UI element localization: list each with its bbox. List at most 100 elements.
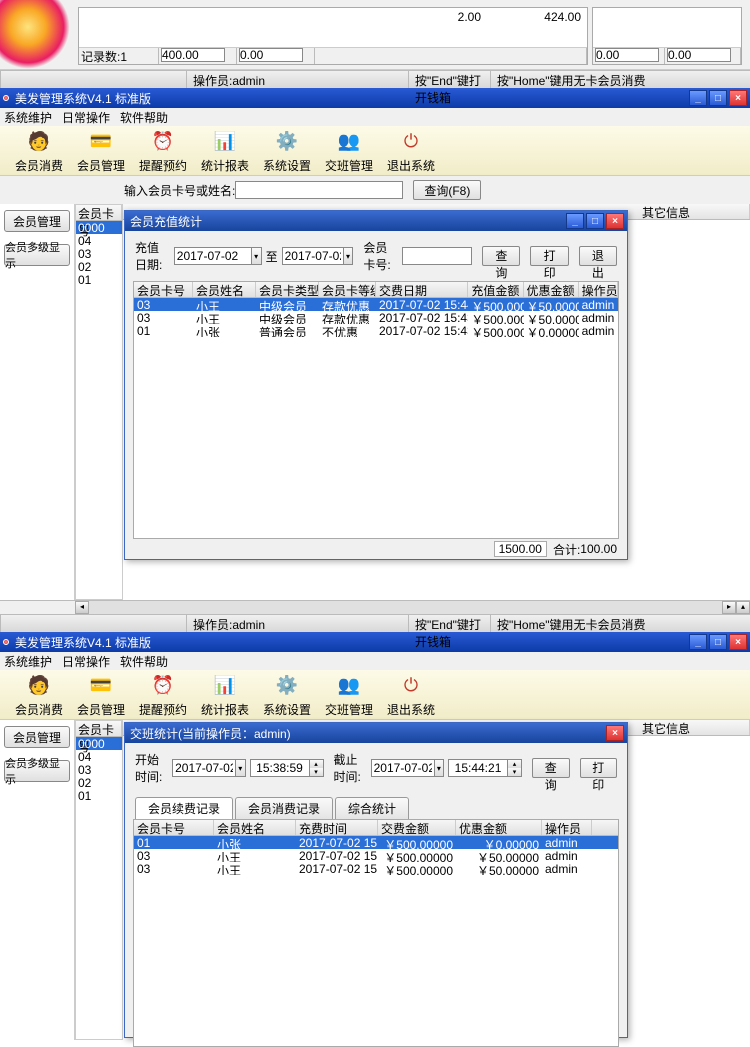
end-date-input[interactable] bbox=[371, 759, 435, 777]
time-down-icon[interactable]: ▾ bbox=[310, 768, 323, 776]
exit-button[interactable]: 退出 bbox=[579, 246, 617, 266]
menu-help[interactable]: 软件帮助 bbox=[120, 653, 168, 670]
tab-stats[interactable]: 综合统计 bbox=[335, 797, 409, 819]
table-row[interactable]: 01小张普通会员不优惠2017-07-02 15:43￥500.00000￥0.… bbox=[134, 324, 618, 337]
table-row[interactable]: 03小王中级会员存款优惠2017-07-02 15:44￥500.00000￥5… bbox=[134, 298, 618, 311]
toolbar-item[interactable]: 💳会员管理 bbox=[70, 671, 132, 718]
date-from-input[interactable] bbox=[174, 247, 252, 265]
side-member-manage[interactable]: 会员管理 bbox=[4, 210, 70, 232]
chevron-down-icon[interactable]: ▾ bbox=[344, 247, 354, 265]
col-header[interactable]: 交费日期 bbox=[376, 282, 468, 297]
minimize-button[interactable]: _ bbox=[689, 90, 707, 106]
sum-b[interactable] bbox=[239, 48, 303, 62]
table-row[interactable]: 03小王2017-07-02 15:44￥500.00000￥50.00000a… bbox=[134, 862, 618, 875]
toolbar-item[interactable]: ⏰提醒预约 bbox=[132, 671, 194, 718]
start-time-input[interactable] bbox=[250, 759, 310, 777]
tab-consume[interactable]: 会员消费记录 bbox=[235, 797, 333, 819]
col-header[interactable]: 会员卡号 bbox=[134, 282, 193, 297]
chevron-down-icon[interactable]: ▾ bbox=[435, 759, 444, 777]
close-button[interactable]: × bbox=[729, 634, 747, 650]
toolbar-item[interactable]: 👥交班管理 bbox=[318, 671, 380, 718]
col-header[interactable]: 会员卡类型 bbox=[256, 282, 319, 297]
list-item[interactable]: 01 bbox=[76, 789, 122, 802]
search-input[interactable] bbox=[235, 181, 403, 199]
col-header[interactable]: 会员姓名 bbox=[193, 282, 256, 297]
dlg-maximize-button[interactable]: □ bbox=[586, 213, 604, 229]
col-header[interactable]: 会员卡号 bbox=[134, 820, 214, 835]
scroll-up-icon[interactable]: ▴ bbox=[736, 601, 750, 614]
list-item[interactable]: 03 bbox=[76, 763, 122, 776]
chevron-down-icon[interactable]: ▾ bbox=[252, 247, 262, 265]
toolbar-item[interactable]: 📊统计报表 bbox=[194, 671, 256, 718]
toolbar-item[interactable]: ⚙️系统设置 bbox=[256, 671, 318, 718]
col-header[interactable]: 优惠金额 bbox=[524, 282, 579, 297]
table-row[interactable]: 03小王2017-07-02 15:43￥500.00000￥50.00000a… bbox=[134, 849, 618, 862]
col-header[interactable]: 操作员 bbox=[542, 820, 592, 835]
menu-daily[interactable]: 日常操作 bbox=[62, 653, 110, 670]
end-time-input[interactable] bbox=[448, 759, 508, 777]
toolbar-item[interactable]: ⏻退出系统 bbox=[380, 127, 442, 174]
start-date-input[interactable] bbox=[172, 759, 236, 777]
toolbar-item[interactable]: 🧑会员消费 bbox=[8, 671, 70, 718]
chevron-down-icon[interactable]: ▾ bbox=[236, 759, 245, 777]
toolbar-item[interactable]: 📊统计报表 bbox=[194, 127, 256, 174]
card-list[interactable]: 会员卡号 0000 04 03 02 01 bbox=[75, 204, 123, 600]
shift-grid[interactable]: 会员卡号会员姓名充费时间交费金额优惠金额操作员01小张2017-07-02 15… bbox=[133, 819, 619, 1047]
list-item[interactable]: 04 bbox=[76, 750, 122, 763]
menu-system[interactable]: 系统维护 bbox=[4, 653, 52, 670]
dlg-close-button[interactable]: × bbox=[606, 213, 624, 229]
query-button[interactable]: 查询 bbox=[532, 758, 570, 778]
sum-c[interactable] bbox=[595, 48, 659, 62]
dlg-minimize-button[interactable]: _ bbox=[566, 213, 584, 229]
toolbar-item[interactable]: ⏰提醒预约 bbox=[132, 127, 194, 174]
col-header[interactable]: 充值金额 bbox=[468, 282, 523, 297]
sum-a[interactable] bbox=[161, 48, 225, 62]
card-list[interactable]: 会员卡号 0000 04 03 02 01 bbox=[75, 720, 123, 1040]
side-member-levels[interactable]: 会员多级显示 bbox=[4, 760, 70, 782]
list-item[interactable]: 0000 bbox=[76, 221, 122, 234]
menu-help[interactable]: 软件帮助 bbox=[120, 109, 168, 126]
list-item[interactable]: 01 bbox=[76, 273, 122, 286]
sum-d[interactable] bbox=[667, 48, 731, 62]
maximize-button[interactable]: □ bbox=[709, 90, 727, 106]
horizontal-scrollbar[interactable]: ◂ ▸ ▴ bbox=[0, 600, 750, 614]
menu-daily[interactable]: 日常操作 bbox=[62, 109, 110, 126]
side-member-manage[interactable]: 会员管理 bbox=[4, 726, 70, 748]
tab-renew[interactable]: 会员续费记录 bbox=[135, 797, 233, 819]
list-item[interactable]: 02 bbox=[76, 260, 122, 273]
col-header[interactable]: 交费金额 bbox=[378, 820, 456, 835]
time-down-icon[interactable]: ▾ bbox=[508, 768, 521, 776]
col-header[interactable]: 会员姓名 bbox=[214, 820, 296, 835]
toolbar-item[interactable]: ⏻退出系统 bbox=[380, 671, 442, 718]
time-up-icon[interactable]: ▴ bbox=[508, 760, 521, 768]
close-button[interactable]: × bbox=[729, 90, 747, 106]
maximize-button[interactable]: □ bbox=[709, 634, 727, 650]
card-input[interactable] bbox=[402, 247, 472, 265]
recharge-grid[interactable]: 会员卡号会员姓名会员卡类型会员卡等级交费日期充值金额优惠金额操作员03小王中级会… bbox=[133, 281, 619, 539]
toolbar-item[interactable]: ⚙️系统设置 bbox=[256, 127, 318, 174]
dlg-close-button[interactable]: × bbox=[606, 725, 624, 741]
col-header[interactable]: 优惠金额 bbox=[456, 820, 542, 835]
col-header[interactable]: 操作员 bbox=[579, 282, 618, 297]
table-row[interactable]: 01小张2017-07-02 15:43￥500.00000￥0.00000ad… bbox=[134, 836, 618, 849]
minimize-button[interactable]: _ bbox=[689, 634, 707, 650]
time-up-icon[interactable]: ▴ bbox=[310, 760, 323, 768]
table-row[interactable]: 03小王中级会员存款优惠2017-07-02 15:43￥500.00000￥5… bbox=[134, 311, 618, 324]
menu-system[interactable]: 系统维护 bbox=[4, 109, 52, 126]
toolbar-item[interactable]: 👥交班管理 bbox=[318, 127, 380, 174]
toolbar-item[interactable]: 🧑会员消费 bbox=[8, 127, 70, 174]
list-item[interactable]: 02 bbox=[76, 776, 122, 789]
print-button[interactable]: 打印 bbox=[580, 758, 618, 778]
toolbar-item[interactable]: 💳会员管理 bbox=[70, 127, 132, 174]
col-header[interactable]: 充费时间 bbox=[296, 820, 378, 835]
date-to-input[interactable] bbox=[282, 247, 344, 265]
side-member-levels[interactable]: 会员多级显示 bbox=[4, 244, 70, 266]
scroll-right-icon[interactable]: ▸ bbox=[722, 601, 736, 614]
list-item[interactable]: 03 bbox=[76, 247, 122, 260]
scroll-left-icon[interactable]: ◂ bbox=[75, 601, 89, 614]
query-button[interactable]: 查询 bbox=[482, 246, 520, 266]
col-header[interactable]: 会员卡等级 bbox=[319, 282, 376, 297]
search-button[interactable]: 查询(F8) bbox=[413, 180, 481, 200]
print-button[interactable]: 打印 bbox=[530, 246, 568, 266]
list-item[interactable]: 0000 bbox=[76, 737, 122, 750]
